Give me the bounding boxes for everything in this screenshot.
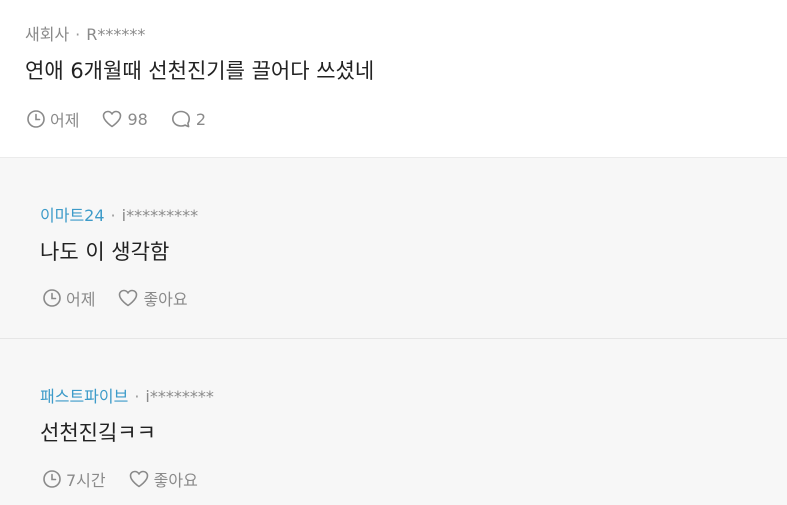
reply-time-label: 어제 [66,290,96,309]
meta-separator: · [134,387,140,406]
reply-meta: 이마트24 · i********* [40,202,198,226]
heart-icon [119,289,138,307]
like-count: 98 [127,109,148,129]
comment-icon [171,110,190,128]
post-company[interactable]: 새회사 [25,25,69,44]
post-author: R****** [86,25,146,44]
reply-content: 나도 이 생각함 [40,240,170,264]
heart-icon [103,110,122,128]
heart-icon [129,470,148,488]
like-button[interactable]: 98 [101,109,148,129]
reply-time-label: 7시간 [66,471,106,490]
reply-author: i******** [145,387,214,406]
reply-item: 패스트파이브 · i******** 선천진깈ㅋㅋ 7시간 좋아요 [0,339,787,505]
reply-like-button[interactable]: 좋아요 [128,467,198,491]
clock-icon [43,470,61,488]
reply-author: i********* [121,206,199,225]
main-post: 새회사 · R****** 연애 6개월때 선천진기를 끌어다 쓰셨네 어제 98 … [0,0,787,158]
reply-time: 어제 [42,286,95,310]
reply-like-label: 좋아요 [143,290,188,309]
reply-company[interactable]: 이마트24 [40,206,105,225]
reply-meta: 패스트파이브 · i******** [40,383,214,407]
post-actions: 어제 98 2 [26,107,228,131]
post-time-label: 어제 [50,111,80,130]
reply-company[interactable]: 패스트파이브 [40,387,128,406]
clock-icon [43,289,61,307]
reply-content: 선천진깈ㅋㅋ [40,421,156,445]
reply-item: 이마트24 · i********* 나도 이 생각함 어제 좋아요 [0,158,787,339]
reply-time: 7시간 [42,467,106,491]
comment-count: 2 [195,109,206,129]
reply-like-button[interactable]: 좋아요 [117,286,188,310]
reply-actions: 어제 좋아요 [42,286,210,310]
post-content: 연애 6개월때 선천진기를 끌어다 쓰셨네 [25,59,375,83]
meta-separator: · [75,25,81,44]
post-meta: 새회사 · R****** [25,21,145,45]
clock-icon [27,110,45,128]
post-time: 어제 [26,107,79,131]
meta-separator: · [110,206,116,225]
reply-actions: 7시간 좋아요 [42,467,220,491]
reply-like-label: 좋아요 [153,471,198,490]
comment-button[interactable]: 2 [170,109,206,129]
